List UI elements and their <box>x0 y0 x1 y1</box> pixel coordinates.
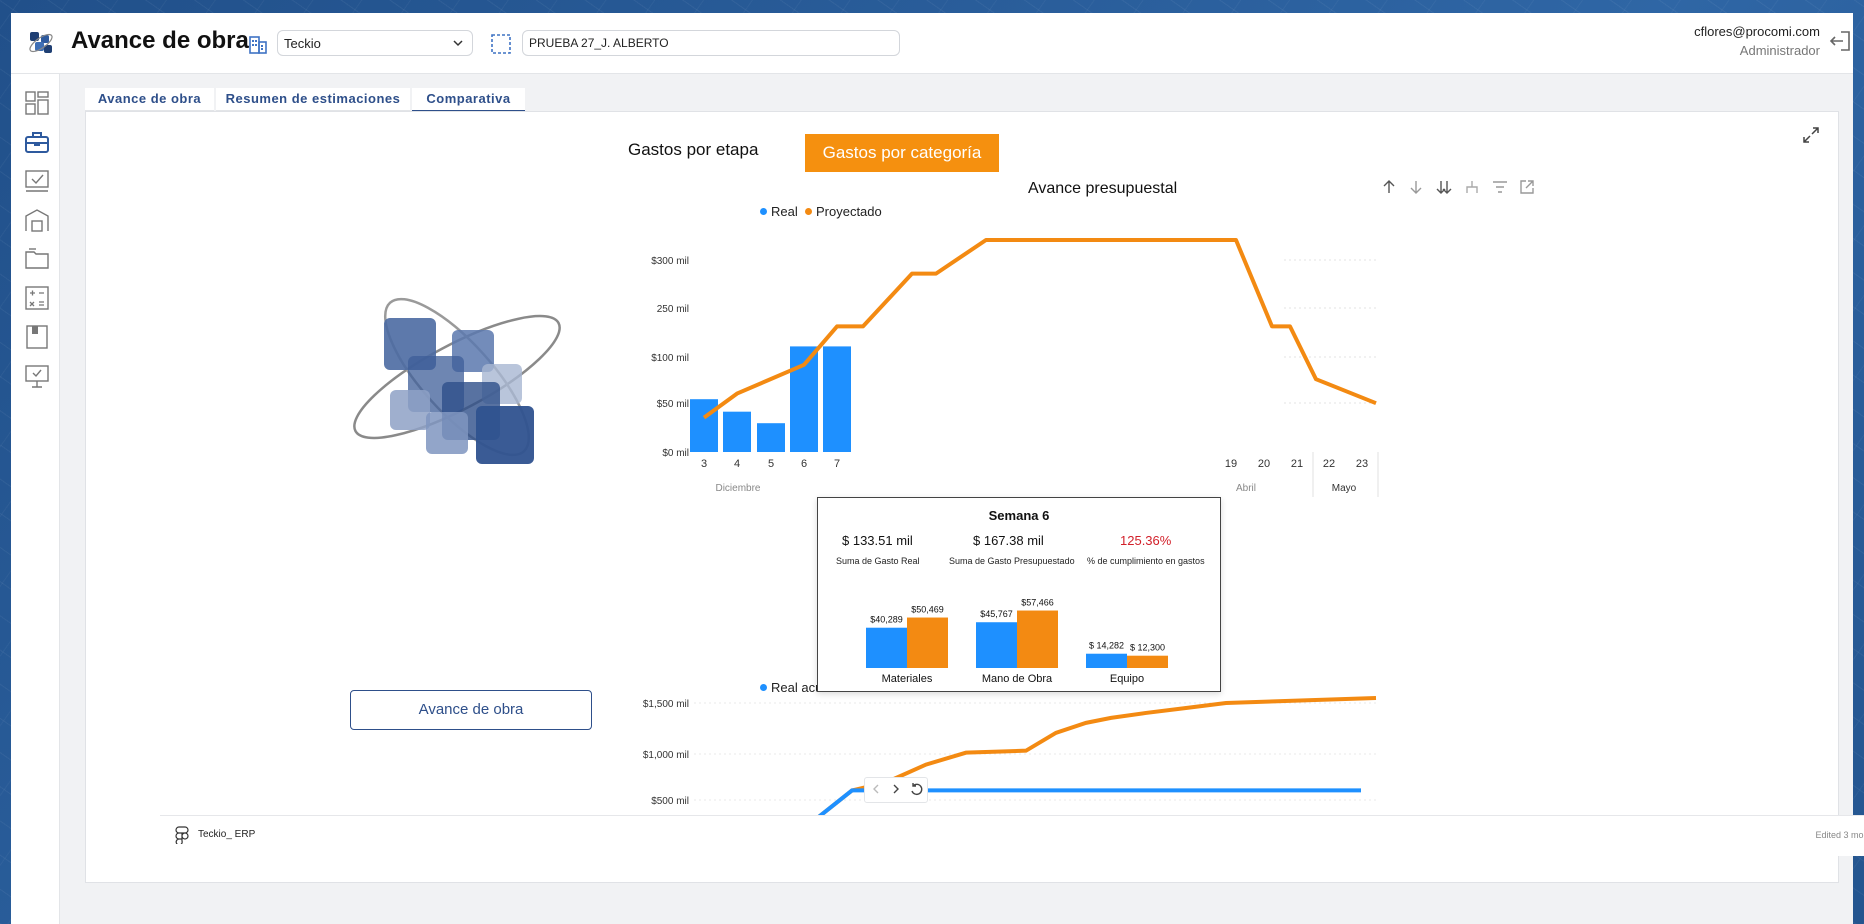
page-title: Avance de obra <box>71 27 249 54</box>
logout-icon[interactable] <box>1827 28 1853 54</box>
tooltip-budget-value: $ 167.38 mil <box>973 533 1044 548</box>
chevron-left-icon[interactable] <box>869 782 883 796</box>
real-bar <box>757 423 785 452</box>
calculator-icon[interactable] <box>24 285 50 311</box>
x-tick-label: 7 <box>834 458 840 470</box>
x-tick-label: 3 <box>701 458 707 470</box>
bar-data-label: $45,767 <box>980 609 1013 619</box>
open-external-icon[interactable] <box>1518 178 1536 196</box>
month-label: Abril <box>1236 483 1256 494</box>
y-tick-label: $0 mil <box>662 448 689 459</box>
category-real-bar <box>866 627 907 668</box>
x-tick-label: 23 <box>1356 458 1368 470</box>
chart-title: Avance presupuestal <box>1028 180 1178 197</box>
bar-data-label: $ 12,300 <box>1130 643 1165 653</box>
y-tick-label: $500 mil <box>651 796 689 807</box>
sidebar <box>11 74 60 924</box>
footer-app-name: Teckio_ ERP <box>198 829 256 840</box>
arrow-up-icon[interactable] <box>1380 178 1398 196</box>
figma-icon <box>175 826 189 844</box>
expand-icon[interactable] <box>1800 124 1822 146</box>
bar-data-label: $57,466 <box>1021 598 1054 608</box>
project-input[interactable] <box>522 30 900 56</box>
week-tooltip: Semana 6 $ 133.51 mil Suma de Gasto Real… <box>817 497 1221 692</box>
category-bar-chart: $40,289 $50,469 Materiales $45,767 $57,466 Ma… <box>866 598 1168 685</box>
briefcase-icon[interactable] <box>24 129 50 155</box>
real-bar <box>823 346 851 452</box>
chevron-right-icon[interactable] <box>889 782 903 796</box>
bar-data-label: $40,289 <box>870 615 903 625</box>
tab-avance-de-obra[interactable]: Avance de obra <box>85 88 214 111</box>
y-tick-label: $50 mil <box>657 399 689 410</box>
bar-data-label: $50,469 <box>911 605 944 615</box>
real-bar <box>690 399 718 452</box>
top-bar: Avance de obra Teckio cflores@procomi.co… <box>11 13 1853 74</box>
category-label: Materiales <box>882 673 933 685</box>
teckio-logo <box>353 297 561 464</box>
chevron-down-icon <box>453 40 463 47</box>
reset-icon[interactable] <box>909 782 923 796</box>
category-budget-bar <box>1127 655 1168 668</box>
tooltip-budget-label: Suma de Gasto Presupuestado <box>949 556 1075 566</box>
category-budget-bar <box>1017 610 1058 668</box>
x-tick-label: 19 <box>1225 458 1237 470</box>
category-real-bar <box>1086 653 1127 668</box>
warehouse-icon[interactable] <box>24 207 50 233</box>
company-select-value: Teckio <box>284 36 321 51</box>
y-tick-label: 250 mil <box>657 304 689 315</box>
filter-icon[interactable] <box>1491 178 1509 196</box>
dashboard-icon[interactable] <box>24 90 50 116</box>
category-budget-bar <box>907 617 948 668</box>
chart-nav-controls <box>864 777 928 803</box>
real-bar <box>723 411 751 452</box>
app-logo <box>29 32 53 53</box>
footer: Teckio_ ERP Edited 3 months ago <box>160 815 1864 856</box>
category-label: Mano de Obra <box>982 673 1053 685</box>
drill-down-all-icon[interactable] <box>1435 178 1453 196</box>
building-icon <box>249 36 267 54</box>
bar-data-label: $ 14,282 <box>1089 641 1124 651</box>
company-select[interactable]: Teckio <box>277 30 473 56</box>
month-label: Diciembre <box>715 483 760 494</box>
folder-icon[interactable] <box>24 246 50 272</box>
x-tick-label: 4 <box>734 458 740 470</box>
presentation-icon[interactable] <box>24 363 50 389</box>
y-tick-label: $300 mil <box>651 256 689 267</box>
report-panel: Avance de obra Gastos por etapa Gastos p… <box>85 111 1864 883</box>
footer-edited-label: Edited 3 months ago <box>1815 830 1864 840</box>
tooltip-real-label: Suma de Gasto Real <box>836 556 920 566</box>
tab-comparativa[interactable]: Comparativa <box>412 88 525 112</box>
tooltip-real-value: $ 133.51 mil <box>842 533 913 548</box>
app-window: Avance de obra Teckio cflores@procomi.co… <box>11 13 1864 924</box>
arrow-down-icon[interactable] <box>1407 178 1425 196</box>
hierarchy-icon[interactable] <box>1463 178 1481 196</box>
checklist-icon[interactable] <box>24 168 50 194</box>
tooltip-percent-label: % de cumplimiento en gastos <box>1087 556 1205 566</box>
gastos-por-etapa-toggle[interactable]: Gastos por etapa <box>628 140 758 160</box>
tooltip-percent-value: 125.36% <box>1120 533 1172 548</box>
user-email: cflores@procomi.com <box>1694 24 1820 39</box>
x-tick-label: 21 <box>1291 458 1303 470</box>
book-icon[interactable] <box>24 324 50 350</box>
category-real-bar <box>976 622 1017 668</box>
x-tick-label: 22 <box>1323 458 1335 470</box>
avance-de-obra-button[interactable]: Avance de obra <box>350 690 592 730</box>
month-label: Mayo <box>1332 483 1357 494</box>
y-tick-label: $1,000 mil <box>643 750 689 761</box>
gastos-por-categoria-toggle[interactable]: Gastos por categoría <box>805 134 999 172</box>
x-tick-label: 6 <box>801 458 807 470</box>
category-label: Equipo <box>1110 673 1144 685</box>
tooltip-title: Semana 6 <box>988 508 1050 523</box>
x-tick-label: 5 <box>768 458 774 470</box>
frame-select-icon <box>491 34 511 54</box>
tab-resumen-de-estimaciones[interactable]: Resumen de estimaciones <box>216 88 410 111</box>
x-tick-label: 20 <box>1258 458 1270 470</box>
y-tick-label: $100 mil <box>651 353 689 364</box>
y-tick-label: $1,500 mil <box>643 699 689 710</box>
user-role: Administrador <box>1739 43 1820 58</box>
